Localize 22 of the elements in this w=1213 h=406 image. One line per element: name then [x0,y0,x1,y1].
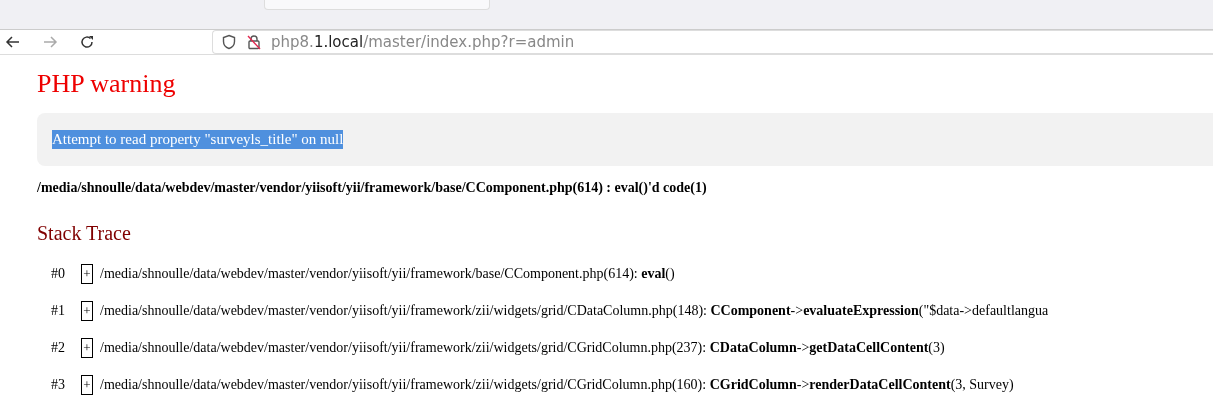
frame-number: #0 [51,265,66,282]
url-text: php8.1.local/master/index.php?r=admin [271,33,575,51]
frame-text: /media/shnoulle/data/webdev/master/vendor/yiisoft/yii/framework/zii/widgets/grid/CGridColumn.php(160): CGridColumn->renderDataCellContent(3, Survey) [100,376,1014,393]
error-message: Attempt to read property "surveyls_title" on null [52,130,344,149]
expand-button[interactable]: + [81,337,93,358]
frame-number: #1 [51,302,66,319]
frame-number: #2 [51,339,66,356]
address-bar[interactable]: php8.1.local/master/index.php?r=admin [212,30,1213,54]
stack-trace-title: Stack Trace [37,222,132,245]
insecure-lock-icon[interactable] [246,34,262,50]
error-title: PHP warning [37,69,177,99]
expand-button[interactable]: + [81,263,93,284]
reload-icon[interactable] [79,34,95,50]
shield-icon[interactable] [221,34,237,50]
expand-button[interactable]: + [81,300,93,321]
frame-text: /media/shnoulle/data/webdev/master/vendor/yiisoft/yii/framework/base/CComponent.php(614): eval() [100,265,675,282]
error-location: /media/shnoulle/data/webdev/master/vendor/yiisoft/yii/framework/base/CComponent.php(614) : eval()'d code(1) [37,180,708,196]
frame-text: /media/shnoulle/data/webdev/master/vendor/yiisoft/yii/framework/zii/widgets/grid/CDataColumn.php(148): CComponent->evaluateExpression("$data->defaultlangua [100,302,1049,319]
frame-number: #3 [51,376,66,393]
back-icon[interactable] [5,34,21,50]
expand-button[interactable]: + [81,374,93,395]
frame-text: /media/shnoulle/data/webdev/master/vendor/yiisoft/yii/framework/zii/widgets/grid/CGridColumn.php(237): CDataColumn->getDataCellContent(3) [100,339,945,356]
